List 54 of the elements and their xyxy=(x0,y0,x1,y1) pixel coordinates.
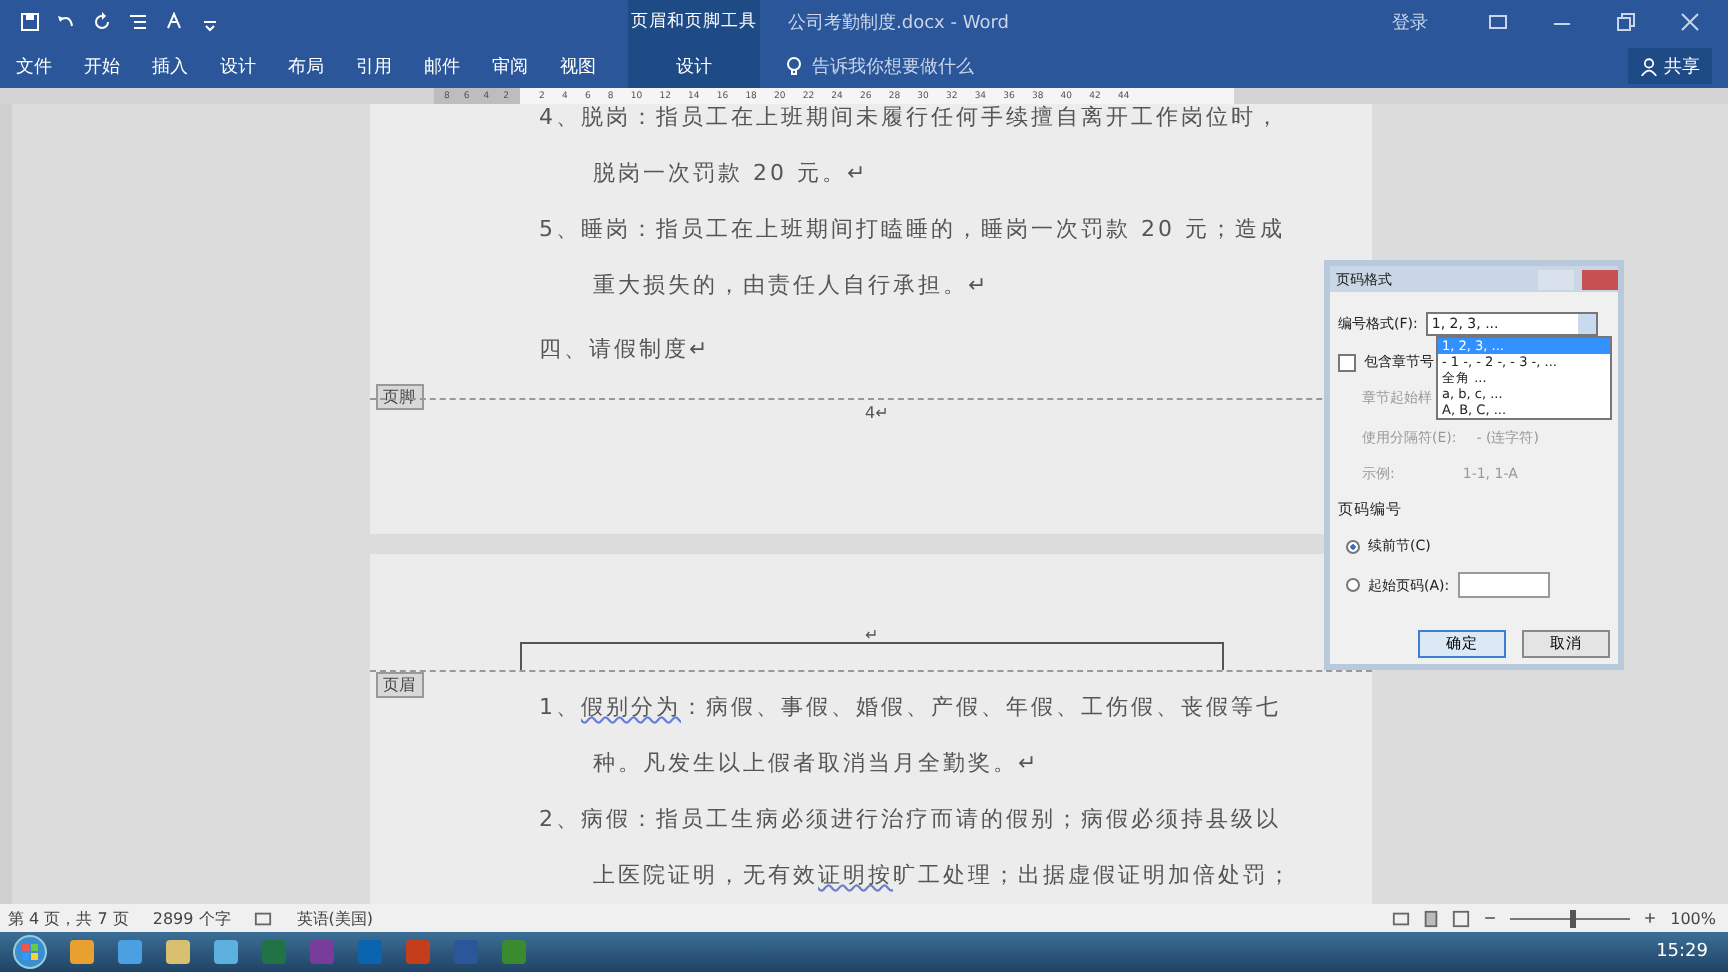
body-text-line: 种。凡发生以上假者取消当月全勤奖。↵ xyxy=(593,747,1040,779)
ribbon-tab[interactable]: 引用 xyxy=(340,44,408,88)
ribbon-display-icon[interactable] xyxy=(1488,12,1508,32)
checkbox[interactable] xyxy=(1338,353,1356,371)
undo-icon[interactable] xyxy=(56,12,76,32)
page-count[interactable]: 第 4 页，共 7 页 xyxy=(8,907,129,929)
window-title: 公司考勤制度.docx - Word xyxy=(788,11,1009,35)
start-button[interactable] xyxy=(12,934,48,970)
read-mode-icon[interactable] xyxy=(1392,909,1411,927)
ribbon-tab[interactable]: 插入 xyxy=(136,44,204,88)
ribbon-tab[interactable]: 开始 xyxy=(68,44,136,88)
page-number: 4↵ xyxy=(865,404,889,422)
list-icon[interactable] xyxy=(128,12,148,32)
body-text-line: 5、睡岗：指员工在上班期间打瞌睡的，睡岗一次罚款 20 元；造成 xyxy=(539,213,1285,245)
radio-button[interactable] xyxy=(1346,539,1360,553)
sign-in-link[interactable]: 登录 xyxy=(1392,9,1428,35)
close-button[interactable] xyxy=(1582,269,1618,289)
ribbon-tab[interactable]: 视图 xyxy=(544,44,612,88)
proofing-icon[interactable] xyxy=(254,909,273,927)
ribbon-tab[interactable]: 设计 xyxy=(628,44,760,88)
person-icon xyxy=(1640,57,1658,75)
zoom-level[interactable]: 100% xyxy=(1670,909,1716,927)
save-icon[interactable] xyxy=(20,12,40,32)
ribbon-tab[interactable]: 设计 xyxy=(204,44,272,88)
ribbon-tab[interactable]: 审阅 xyxy=(476,44,544,88)
header-tag: 页眉 xyxy=(375,672,423,698)
clock[interactable]: 15:29 xyxy=(1656,942,1708,962)
close-icon[interactable] xyxy=(1680,12,1700,32)
print-layout-icon[interactable] xyxy=(1422,909,1441,927)
word-count[interactable]: 2899 个字 xyxy=(152,907,231,929)
radio-button[interactable] xyxy=(1346,578,1360,592)
zoom-in-icon[interactable] xyxy=(1642,910,1659,926)
body-text-line: 2、病假：指员工生病必须进行治疗而请的假别；病假必须持县级以 xyxy=(539,803,1281,835)
lightbulb-icon[interactable] xyxy=(784,56,804,76)
start-number-field[interactable] xyxy=(1457,572,1550,598)
zoom-thumb[interactable] xyxy=(1570,909,1577,927)
ribbon-tab[interactable]: 布局 xyxy=(272,44,340,88)
redo-icon[interactable] xyxy=(92,12,112,32)
body-text-line: 脱岗一次罚款 20 元。↵ xyxy=(593,157,869,189)
tell-me-field[interactable]: 告诉我你想要做什么 xyxy=(812,53,974,79)
ribbon-tab[interactable]: 文件 xyxy=(0,44,68,88)
font-color-icon[interactable] xyxy=(164,12,184,32)
body-text-line: 重大损失的，由责任人自行承担。↵ xyxy=(593,269,990,301)
paragraph-mark: ↵ xyxy=(865,626,879,644)
body-text-line: 1、假别分为：病假、事假、婚假、产假、年假、工伤假、丧假等七 xyxy=(539,691,1281,723)
context-tab-group: 页眉和页脚工具 xyxy=(628,0,760,44)
body-text-line: 4、脱岗：指员工在上班期间未履行任何手续擅自离开工作岗位时， xyxy=(539,104,1281,133)
body-text-line: 上医院证明，无有效证明按旷工处理；出据虚假证明加倍处罚； xyxy=(593,859,1293,891)
ribbon-tab[interactable]: 邮件 xyxy=(408,44,476,88)
restore-icon[interactable] xyxy=(1616,12,1636,32)
section-heading: 四、请假制度↵ xyxy=(539,333,711,365)
share-button[interactable]: 共享 xyxy=(1628,48,1712,84)
language-status[interactable]: 英语(美国) xyxy=(296,907,374,929)
web-layout-icon[interactable] xyxy=(1452,909,1471,927)
